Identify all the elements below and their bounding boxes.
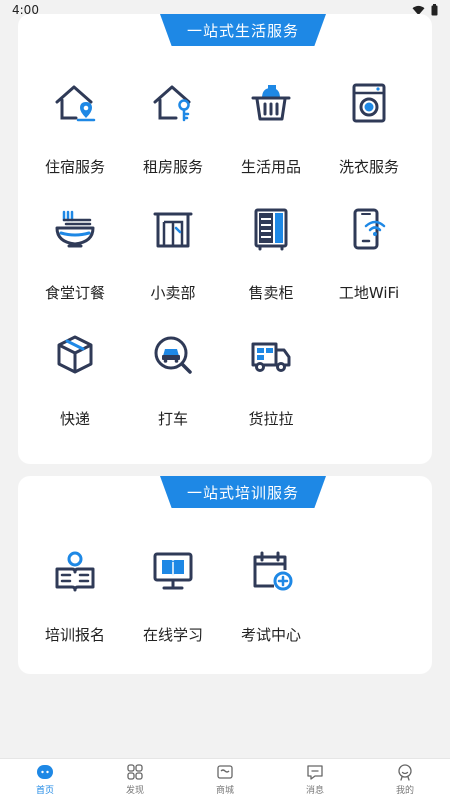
service-express[interactable]: 快递 — [26, 326, 124, 452]
tab-label: 消息 — [305, 786, 324, 796]
service-label: 在线学习 — [142, 626, 203, 644]
tab-profile[interactable]: 我的 — [360, 759, 450, 800]
service-label: 售卖柜 — [248, 284, 294, 302]
taxi-search-icon — [154, 336, 192, 374]
service-daily-goods[interactable]: 生活用品 — [222, 74, 320, 200]
package-icon — [57, 335, 93, 374]
service-rental[interactable]: 租房服务 — [124, 74, 222, 200]
tab-label: 发现 — [125, 786, 144, 796]
bottom-tab-bar: 首页 发现 商城 消息 我的 — [0, 758, 450, 800]
service-label: 工地WiFi — [338, 284, 400, 302]
tab-label: 商城 — [215, 786, 234, 796]
service-accommodation[interactable]: 住宿服务 — [26, 74, 124, 200]
service-label: 考试中心 — [240, 626, 301, 644]
training-services-grid: 培训报名 在线学习 考试中心 — [18, 542, 432, 668]
shop-door-icon — [153, 212, 193, 248]
bowl-icon — [55, 210, 95, 248]
training-services-card: 一站式培训服务 培训报名 在线学习 考试中心 — [18, 476, 432, 674]
washing-machine-icon — [352, 83, 386, 123]
service-canteen[interactable]: 食堂订餐 — [26, 200, 124, 326]
service-label: 打车 — [157, 410, 188, 428]
service-label: 货拉拉 — [248, 410, 294, 428]
tab-home[interactable]: 首页 — [0, 759, 90, 800]
service-online-learning[interactable]: 在线学习 — [124, 542, 222, 668]
service-training-signup[interactable]: 培训报名 — [26, 542, 124, 668]
service-lalamove[interactable]: 货拉拉 — [222, 326, 320, 452]
service-label: 住宿服务 — [44, 158, 105, 176]
training-services-title: 一站式培训服务 — [160, 476, 326, 508]
profile-icon — [398, 764, 412, 781]
tab-discover[interactable]: 发现 — [90, 759, 180, 800]
service-vending-cabinet[interactable]: 售卖柜 — [222, 200, 320, 326]
service-label: 快递 — [59, 410, 90, 428]
basket-icon — [251, 85, 291, 121]
service-taxi[interactable]: 打车 — [124, 326, 222, 452]
life-services-card: 一站式生活服务 住宿服务 租房服务 生活用品 洗衣服务 食堂订餐 小卖部 售卖柜… — [18, 14, 432, 464]
person-book-icon — [55, 551, 95, 592]
tab-mall[interactable]: 商城 — [180, 759, 270, 800]
message-icon — [307, 765, 323, 780]
truck-icon — [251, 342, 291, 372]
service-label: 洗衣服务 — [338, 158, 399, 176]
monitor-book-icon — [153, 552, 193, 590]
discover-grid-icon — [127, 764, 143, 780]
home-tab-icon — [37, 765, 53, 779]
battery-icon — [431, 4, 438, 16]
tab-label: 首页 — [35, 786, 54, 796]
service-site-wifi[interactable]: 工地WiFi — [320, 200, 418, 326]
service-label: 生活用品 — [240, 158, 301, 176]
life-services-grid: 住宿服务 租房服务 生活用品 洗衣服务 食堂订餐 小卖部 售卖柜 工地WiFi … — [18, 74, 432, 452]
phone-wifi-icon — [353, 208, 386, 250]
service-label: 小卖部 — [150, 284, 196, 302]
tab-messages[interactable]: 消息 — [270, 759, 360, 800]
service-laundry[interactable]: 洗衣服务 — [320, 74, 418, 200]
house-key-icon — [153, 85, 191, 122]
life-services-title: 一站式生活服务 — [160, 14, 326, 46]
mall-icon — [217, 765, 233, 779]
service-label: 食堂订餐 — [44, 284, 105, 302]
service-label: 培训报名 — [44, 626, 105, 644]
tab-label: 我的 — [395, 786, 414, 796]
house-location-icon — [55, 85, 96, 122]
vending-cabinet-icon — [254, 208, 288, 251]
service-exam-center[interactable]: 考试中心 — [222, 542, 320, 668]
service-label: 租房服务 — [142, 158, 203, 176]
service-shop[interactable]: 小卖部 — [124, 200, 222, 326]
calendar-plus-icon — [253, 551, 293, 591]
